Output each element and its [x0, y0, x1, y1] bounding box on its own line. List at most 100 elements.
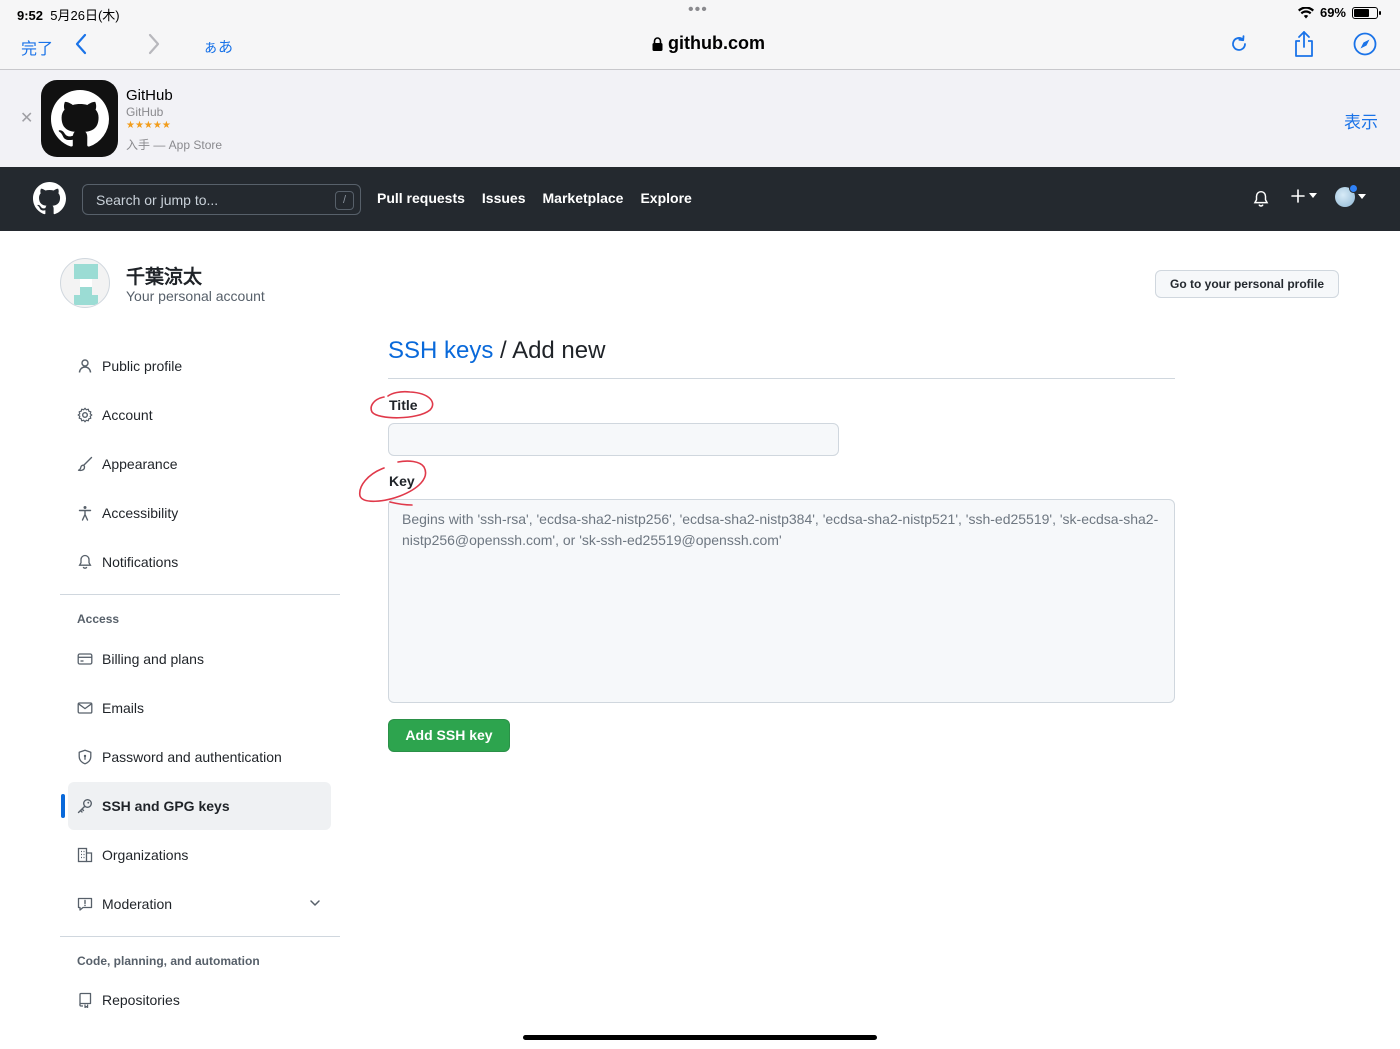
smart-app-banner: ✕ GitHub GitHub ★★★★★ 入手 — App Store 表示 — [0, 70, 1400, 167]
plus-icon — [1291, 189, 1305, 203]
title-input[interactable] — [388, 423, 839, 456]
breadcrumb-ssh-keys-link[interactable]: SSH keys — [388, 337, 493, 364]
status-indicators: 69% — [1297, 5, 1381, 20]
sidebar-item-billing[interactable]: Billing and plans — [68, 635, 331, 683]
sidebar-item-label: Repositories — [102, 992, 180, 1008]
breadcrumb-separator: / — [493, 337, 513, 364]
key-icon — [77, 798, 93, 814]
nav-marketplace[interactable]: Marketplace — [543, 190, 624, 206]
add-ssh-key-button[interactable]: Add SSH key — [388, 719, 510, 752]
sidebar-item-label: Notifications — [102, 554, 179, 570]
annotation-circle-key — [359, 460, 427, 506]
chevron-down-icon[interactable] — [309, 897, 321, 909]
share-icon[interactable] — [1292, 30, 1316, 58]
sidebar-item-accessibility[interactable]: Accessibility — [68, 489, 331, 537]
sidebar-item-label: Accessibility — [102, 505, 179, 521]
bell-icon — [77, 554, 93, 570]
reader-aa-button[interactable]: ぁあ — [203, 36, 233, 57]
sidebar-item-password-authentication[interactable]: Password and authentication — [68, 733, 331, 781]
search-placeholder: Search or jump to... — [96, 192, 219, 208]
github-logo-icon[interactable] — [33, 182, 66, 215]
sidebar-divider — [60, 594, 340, 595]
sidebar-item-label: Organizations — [102, 847, 189, 863]
title-divider — [388, 378, 1175, 379]
user-menu-dropdown[interactable] — [1335, 184, 1366, 207]
avatar — [1335, 184, 1358, 207]
header-nav: Pull requests Issues Marketplace Explore — [377, 190, 692, 206]
sidebar-item-notifications[interactable]: Notifications — [68, 538, 331, 586]
notifications-bell-icon[interactable] — [1252, 190, 1270, 208]
breadcrumb-current: Add new — [512, 337, 606, 364]
sidebar-item-label: Emails — [102, 700, 145, 716]
battery-icon — [1352, 6, 1381, 19]
sidebar-item-label: Billing and plans — [102, 651, 204, 667]
sidebar-heading-code: Code, planning, and automation — [77, 954, 260, 968]
url-text: github.com — [668, 33, 765, 53]
caret-down-icon — [1358, 194, 1366, 199]
paintbrush-icon — [77, 456, 93, 472]
create-new-dropdown[interactable] — [1290, 188, 1317, 204]
battery-percent: 69% — [1319, 5, 1346, 20]
compass-icon[interactable] — [1353, 32, 1377, 56]
mail-icon — [77, 700, 93, 716]
annotation-circle-title — [370, 390, 434, 419]
accessibility-icon — [77, 505, 93, 521]
go-to-profile-button[interactable]: Go to your personal profile — [1155, 270, 1339, 298]
app-rating-stars: ★★★★★ — [126, 120, 171, 131]
app-store-label: 入手 — App Store — [126, 138, 223, 152]
app-name: GitHub — [126, 87, 173, 104]
key-placeholder: Begins with 'ssh-rsa', 'ecdsa-sha2-nistp… — [402, 511, 1159, 548]
gear-icon — [77, 407, 93, 423]
sidebar-item-repositories[interactable]: Repositories — [68, 976, 331, 1024]
caret-down-icon — [1309, 193, 1317, 198]
github-header: Search or jump to... / Pull requests Iss… — [0, 167, 1400, 231]
account-name: 千葉涼太 — [126, 267, 203, 288]
back-chevron-icon[interactable] — [72, 32, 92, 56]
sidebar-item-organizations[interactable]: Organizations — [68, 831, 331, 879]
page-title: SSH keys / Add new — [388, 337, 605, 365]
status-time: 9:52 5月26日(木) — [17, 8, 120, 23]
sidebar-item-label: Moderation — [102, 896, 173, 912]
sidebar-divider — [60, 936, 340, 937]
forward-chevron-icon[interactable] — [143, 32, 163, 56]
sidebar-item-emails[interactable]: Emails — [68, 684, 331, 732]
profile-avatar[interactable] — [60, 258, 110, 308]
sidebar-item-public-profile[interactable]: Public profile — [68, 342, 331, 390]
key-textarea[interactable]: Begins with 'ssh-rsa', 'ecdsa-sha2-nistp… — [388, 499, 1175, 703]
status-bar: 9:52 5月26日(木) ••• 69% — [0, 0, 1400, 24]
sidebar-item-appearance[interactable]: Appearance — [68, 440, 331, 488]
close-icon[interactable]: ✕ — [20, 108, 33, 128]
reload-icon[interactable] — [1228, 33, 1250, 55]
sidebar-item-ssh-gpg-keys[interactable]: SSH and GPG keys — [68, 782, 331, 830]
github-app-icon[interactable] — [41, 80, 118, 157]
sidebar-item-account[interactable]: Account — [68, 391, 331, 439]
address-bar[interactable]: github.com — [652, 33, 765, 54]
view-app-button[interactable]: 表示 — [1344, 108, 1378, 133]
nav-pull-requests[interactable]: Pull requests — [377, 190, 465, 206]
nav-explore[interactable]: Explore — [640, 190, 691, 206]
wifi-icon — [1297, 6, 1314, 18]
shield-lock-icon — [77, 749, 93, 765]
selected-indicator — [61, 794, 65, 818]
search-input[interactable]: Search or jump to... / — [82, 184, 361, 215]
sidebar-item-label: Account — [102, 407, 153, 423]
app-developer: GitHub — [126, 105, 164, 119]
status-dot — [1349, 184, 1358, 193]
sidebar-heading-access: Access — [77, 612, 120, 626]
sidebar-item-label: Appearance — [102, 456, 178, 472]
sidebar-item-label: Password and authentication — [102, 749, 282, 765]
sidebar-item-label: SSH and GPG keys — [102, 798, 230, 814]
multitasking-dots-icon[interactable]: ••• — [688, 1, 708, 19]
organization-icon — [77, 847, 93, 863]
sidebar-item-moderation[interactable]: Moderation — [68, 880, 331, 928]
sidebar-item-label: Public profile — [102, 358, 183, 374]
account-subtitle: Your personal account — [126, 288, 265, 304]
nav-issues[interactable]: Issues — [482, 190, 526, 206]
person-icon — [77, 358, 93, 374]
repo-icon — [77, 992, 93, 1008]
done-button[interactable]: 完了 — [21, 35, 53, 59]
settings-sidebar: Public profile Account Appearance Access… — [60, 340, 340, 1049]
home-indicator[interactable] — [523, 1035, 877, 1040]
report-icon — [77, 896, 93, 912]
safari-toolbar: 完了 ぁあ github.com — [0, 24, 1400, 70]
